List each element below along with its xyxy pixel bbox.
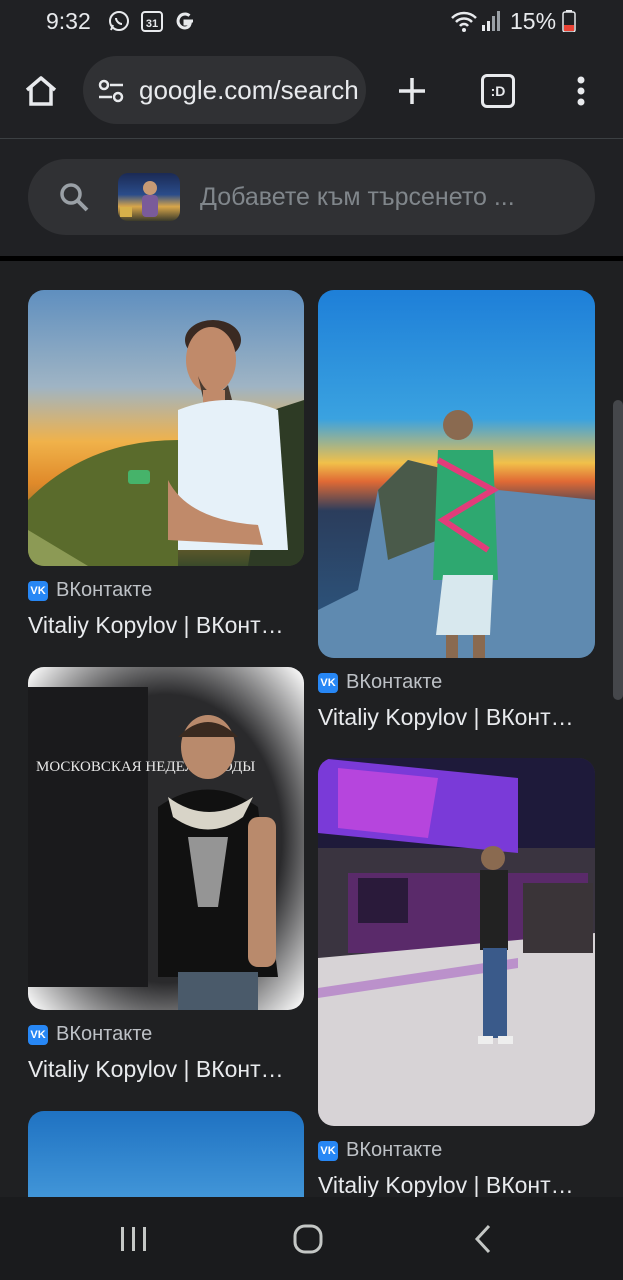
search-placeholder: Добавете към търсенето ... — [200, 183, 515, 211]
home-circle-icon — [293, 1224, 323, 1253]
battery-icon — [562, 10, 576, 37]
browser-toolbar: google.com/search :D — [0, 44, 623, 139]
result-title[interactable]: Vitaliy Kopylov | ВКонт… — [28, 612, 304, 639]
signal-icon — [482, 9, 502, 38]
result-source[interactable]: VK ВКонтакте — [28, 579, 152, 602]
result-image-cliff-sunset[interactable] — [318, 290, 595, 658]
tab-switcher-icon: :D — [481, 74, 515, 108]
scrollbar[interactable] — [613, 400, 623, 700]
result-card[interactable]: VK ВКонтакте Vitaliy Kopylov | ВКонт… — [318, 758, 595, 1199]
whatsapp-icon — [107, 9, 131, 38]
system-navigation-bar — [0, 1197, 623, 1280]
result-card[interactable]: VK ВКонтакте Vitaliy Kopylov | ВКонт… — [318, 290, 595, 730]
result-source[interactable]: VK ВКонтакте — [318, 671, 442, 694]
wifi-icon — [450, 9, 478, 38]
lens-search-area: Добавете към търсенето ... — [0, 139, 623, 257]
result-title[interactable]: Vitaliy Kopylov | ВКонт… — [318, 704, 595, 731]
home-nav-button[interactable] — [268, 1197, 348, 1280]
status-bar: 9:32 31 15% — [0, 0, 623, 44]
home-icon — [25, 76, 57, 106]
new-tab-button[interactable] — [382, 44, 442, 138]
address-bar[interactable]: google.com/search — [83, 56, 366, 124]
result-image-sunset-view[interactable] — [28, 290, 304, 566]
google-icon — [173, 9, 197, 38]
svg-text:31: 31 — [146, 18, 158, 30]
new-tab-icon — [399, 78, 425, 104]
search-icon — [58, 181, 90, 218]
vk-icon: VK — [28, 580, 48, 601]
recent-apps-button[interactable] — [94, 1197, 174, 1280]
result-title[interactable]: Vitaliy Kopylov | ВКонт… — [318, 1172, 595, 1199]
battery-percent: 15% — [510, 8, 557, 34]
home-button[interactable] — [11, 44, 71, 138]
vk-icon: VK — [28, 1024, 48, 1045]
result-title[interactable]: Vitaliy Kopylov | ВКонт… — [28, 1056, 304, 1083]
search-input[interactable]: Добавете към търсенето ... — [28, 159, 595, 235]
status-time: 9:32 — [46, 8, 91, 34]
result-image-fashion-hall[interactable] — [318, 758, 595, 1126]
result-source[interactable]: VK ВКонтакте — [28, 1023, 152, 1046]
result-source-label: ВКонтакте — [346, 1139, 443, 1161]
url-text[interactable]: google.com/search — [139, 75, 359, 106]
result-source-label: ВКонтакте — [346, 671, 443, 693]
result-card[interactable]: МОСКОВСКАЯ НЕДЕЛЯ МОДЫ VK ВКонтакте Vita… — [28, 667, 304, 1087]
vk-icon: VK — [318, 1140, 338, 1161]
query-image-thumbnail[interactable] — [118, 173, 180, 221]
site-settings-icon[interactable] — [97, 78, 125, 109]
section-divider — [0, 256, 623, 261]
result-source[interactable]: VK ВКонтакте — [318, 1139, 442, 1162]
more-menu-button[interactable] — [551, 44, 611, 138]
result-card[interactable]: VK ВКонтакте Vitaliy Kopylov | ВКонт… — [28, 290, 304, 640]
back-icon — [474, 1224, 491, 1253]
result-source-label: ВКонтакте — [56, 1023, 153, 1045]
calendar-icon: 31 — [140, 9, 164, 38]
tab-switcher-button[interactable]: :D — [468, 44, 528, 138]
result-image-fashion-week-poster[interactable]: МОСКОВСКАЯ НЕДЕЛЯ МОДЫ — [28, 667, 304, 1010]
result-card[interactable] — [28, 1111, 304, 1231]
recent-apps-icon — [121, 1226, 146, 1251]
vk-icon: VK — [318, 672, 338, 693]
result-source-label: ВКонтакте — [56, 579, 153, 601]
more-menu-icon — [577, 76, 585, 106]
back-button[interactable] — [443, 1197, 523, 1280]
